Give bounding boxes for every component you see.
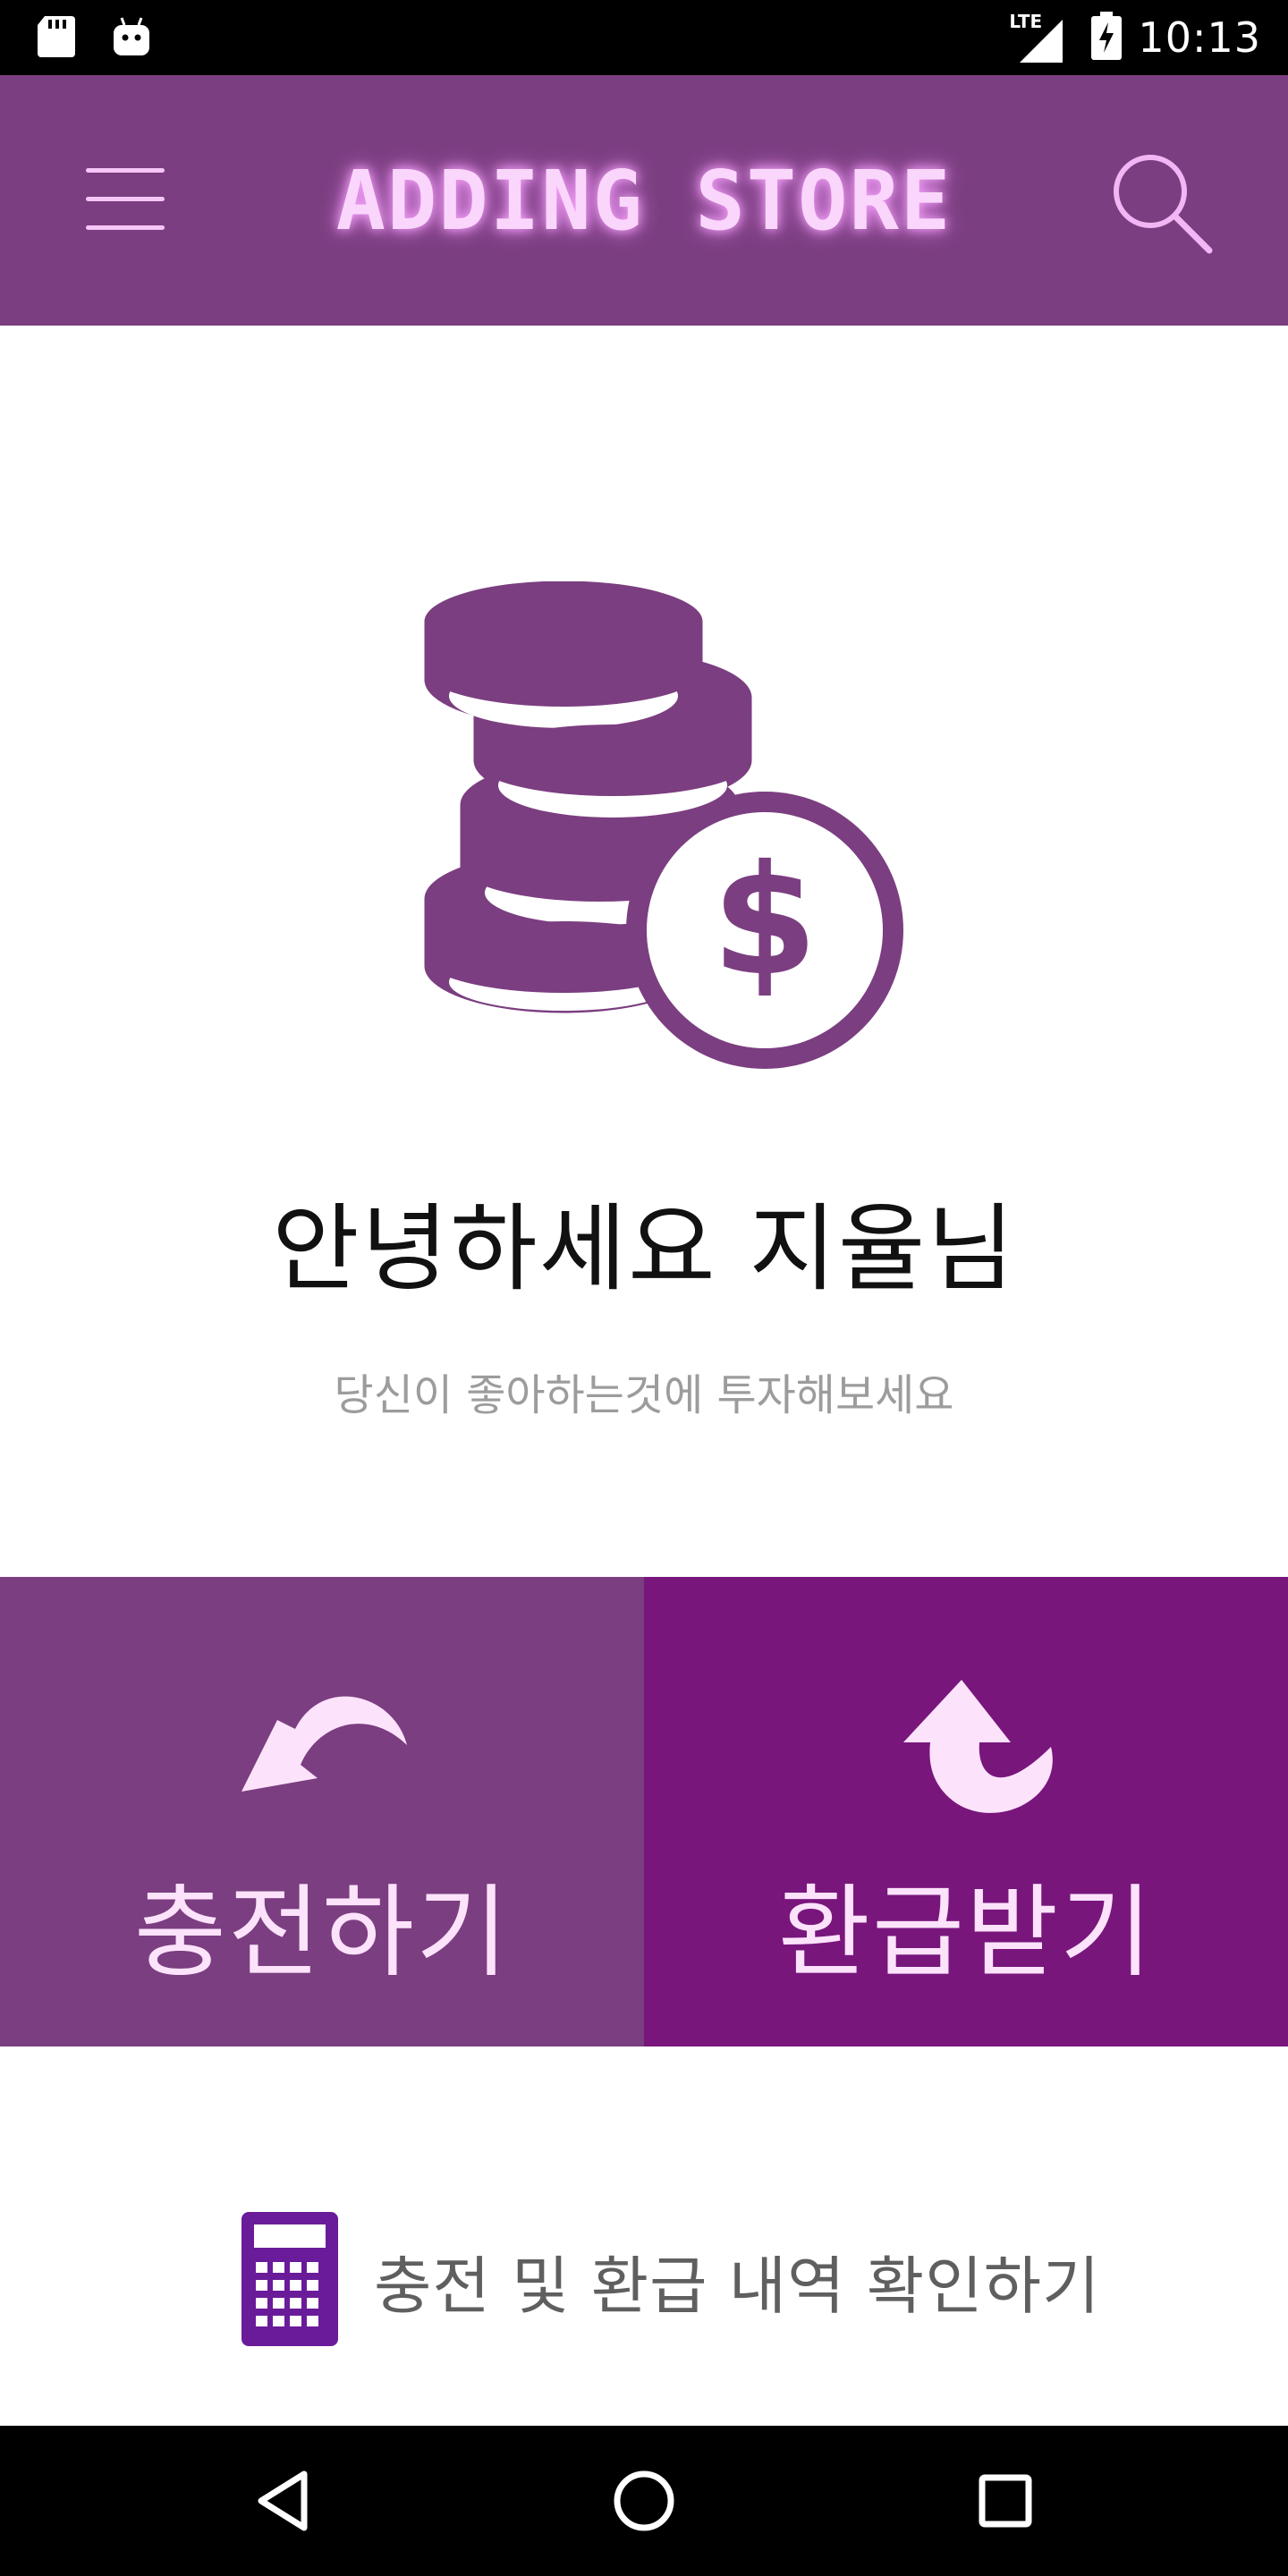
coin-stack-dollar-icon: $ (420, 580, 903, 1073)
history-label: 충전 및 환급 내역 확인하기 (374, 2249, 1101, 2323)
search-icon[interactable] (1109, 150, 1215, 256)
calculator-icon (242, 2212, 338, 2350)
charge-button[interactable]: 충전하기 (0, 1577, 644, 2046)
charge-label: 충전하기 (133, 1875, 511, 1991)
home-icon[interactable] (608, 2465, 680, 2537)
back-icon[interactable] (250, 2465, 322, 2537)
refund-arrow-icon (877, 1675, 1073, 1836)
app-title: ADDING STORE (335, 152, 953, 249)
greeting-subtitle: 당신이 좋아하는것에 투자해보세요 (334, 1370, 954, 1420)
history-link[interactable]: 충전 및 환급 내역 확인하기 (242, 2209, 1100, 2352)
recents-icon[interactable] (970, 2465, 1041, 2537)
charge-arrow-icon (224, 1675, 420, 1836)
refund-label: 환급받기 (777, 1875, 1155, 1991)
greeting-title: 안녕하세요 지율님 (272, 1194, 1016, 1304)
navigation-bar (0, 2426, 1288, 2576)
refund-button[interactable]: 환급받기 (644, 1577, 1288, 2046)
svg-text:$: $ (712, 833, 818, 1010)
